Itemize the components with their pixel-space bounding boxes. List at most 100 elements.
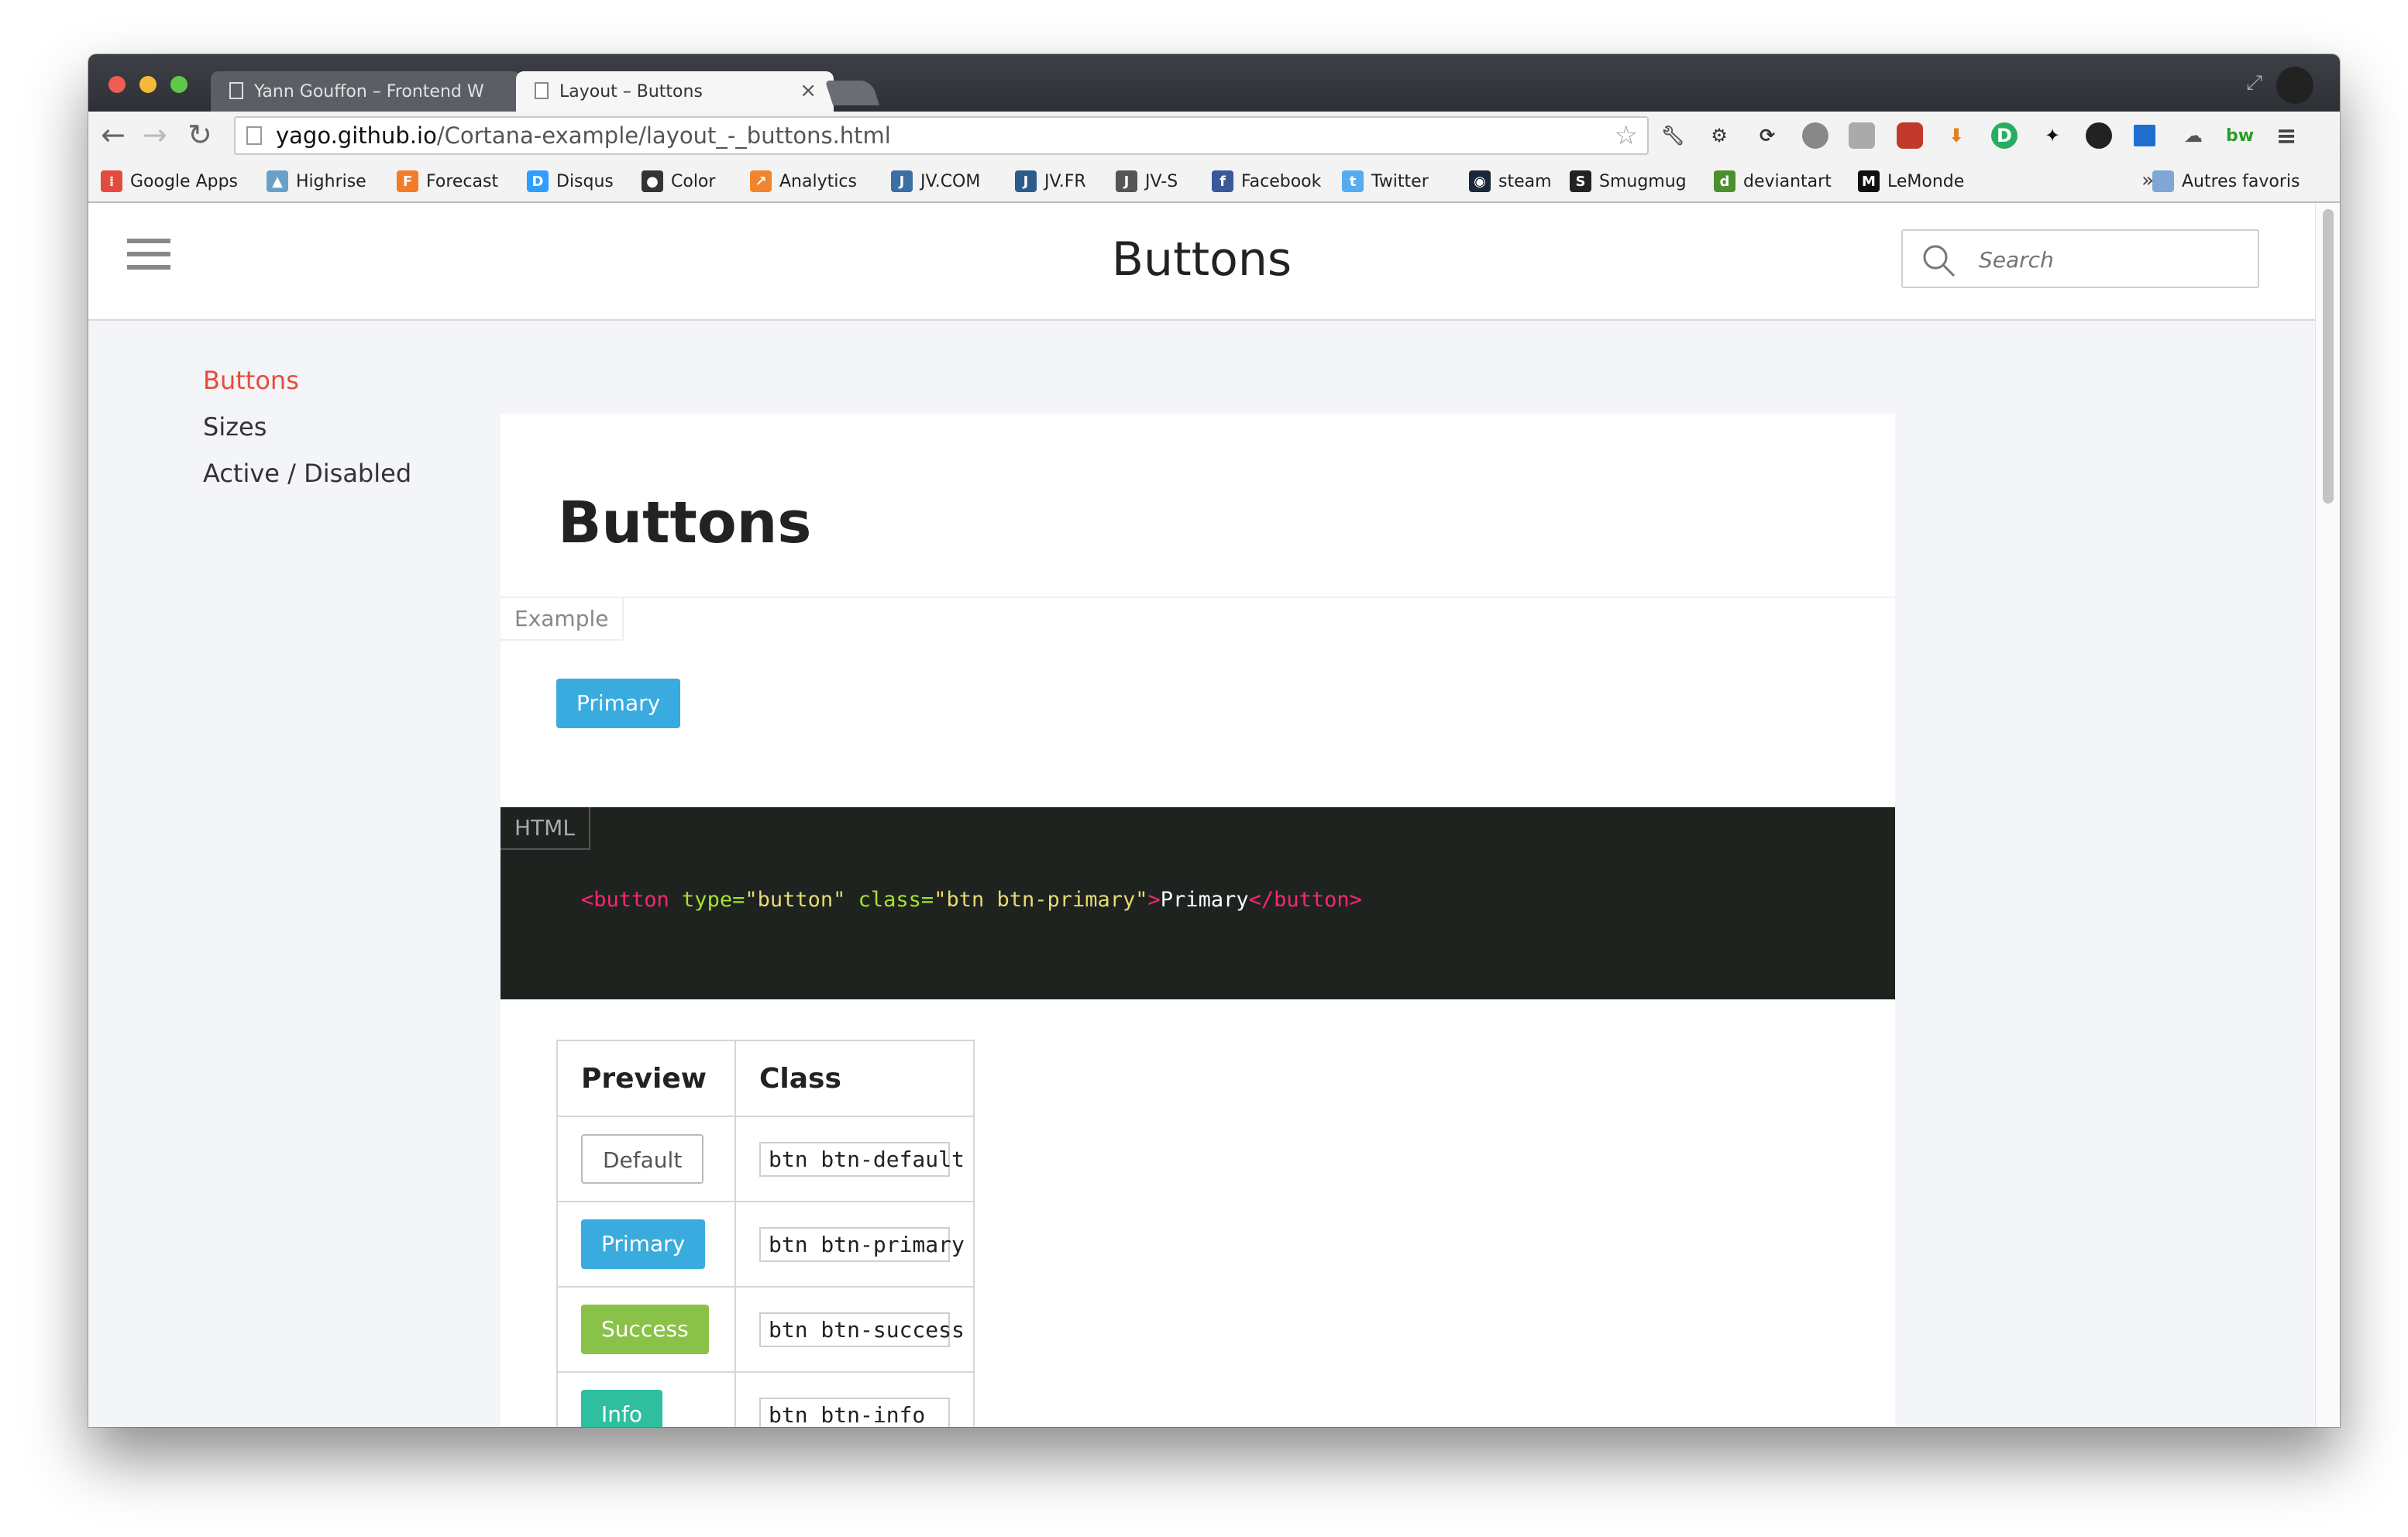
table-header-row: Preview Class bbox=[556, 1040, 975, 1117]
class-cell: btn btn-success bbox=[734, 1286, 975, 1373]
class-cell: btn btn-primary bbox=[734, 1201, 975, 1288]
bookmark-label: JV.FR bbox=[1044, 171, 1086, 191]
address-bar[interactable]: yago.github.io/Cortana-example/layout_-_… bbox=[234, 116, 1649, 155]
code-value-class: "btn btn-primary" bbox=[934, 888, 1148, 912]
deviantart-icon: d bbox=[1714, 170, 1735, 192]
bookmark-label: Highrise bbox=[296, 171, 366, 191]
bookmark-lemonde[interactable]: M LeMonde bbox=[1858, 167, 1964, 195]
tab-layout-buttons[interactable]: Layout – Buttons × bbox=[516, 71, 834, 112]
jvs-icon: J bbox=[1116, 170, 1137, 192]
search-input[interactable] bbox=[1977, 242, 2244, 277]
adblock-off-icon[interactable] bbox=[1849, 122, 1875, 149]
bookmark-deviantart[interactable]: d deviantart bbox=[1714, 167, 1832, 195]
bookmark-label: Facebook bbox=[1241, 171, 1322, 191]
bookmark-label: JV-S bbox=[1145, 171, 1178, 191]
page-icon bbox=[229, 82, 243, 99]
primary-button[interactable]: Primary bbox=[581, 1219, 706, 1269]
wrench-icon[interactable]: 🔧︎ bbox=[1660, 122, 1686, 149]
download-icon[interactable]: ⬇ bbox=[1943, 122, 1969, 149]
info-button[interactable]: Info bbox=[581, 1390, 662, 1427]
column-header-class: Class bbox=[734, 1040, 975, 1117]
bookmark-steam[interactable]: ◉ steam bbox=[1469, 167, 1552, 195]
code-open-tag: <button bbox=[581, 888, 669, 912]
example-primary-button[interactable]: Primary bbox=[556, 679, 681, 728]
color-icon: ● bbox=[642, 170, 663, 192]
zoom-window-button[interactable] bbox=[170, 76, 187, 93]
minimize-window-button[interactable] bbox=[139, 76, 157, 93]
sync-icon[interactable]: ⟳ bbox=[1754, 122, 1780, 149]
side-nav-item-active-disabled[interactable]: Active / Disabled bbox=[203, 459, 411, 488]
delicious-icon[interactable] bbox=[2134, 125, 2155, 146]
bookmark-label: Google Apps bbox=[130, 171, 239, 191]
tab-title: Yann Gouffon – Frontend W bbox=[254, 82, 484, 101]
lemonde-icon: M bbox=[1858, 170, 1880, 192]
extension-grey-icon[interactable] bbox=[1802, 122, 1828, 149]
class-code: btn btn-info bbox=[759, 1397, 950, 1427]
bookmark-jvcom[interactable]: J JV.COM bbox=[891, 167, 980, 195]
bookmark-twitter[interactable]: t Twitter bbox=[1342, 167, 1429, 195]
analytics-icon: ↗ bbox=[750, 170, 772, 192]
back-icon[interactable]: ← bbox=[101, 118, 126, 152]
scrollbar-thumb[interactable] bbox=[2323, 209, 2334, 504]
highrise-icon: ▲ bbox=[267, 170, 288, 192]
bookmark-smugmug[interactable]: S Smugmug bbox=[1570, 167, 1687, 195]
bookmark-label: Autres favoris bbox=[2182, 171, 2300, 191]
page-icon bbox=[246, 126, 262, 145]
search-icon bbox=[1923, 245, 1956, 277]
side-nav-item-buttons[interactable]: Buttons bbox=[203, 366, 411, 395]
bookmark-highrise[interactable]: ▲ Highrise bbox=[267, 167, 366, 195]
code-close-bracket: > bbox=[1147, 888, 1161, 912]
forward-icon[interactable]: → bbox=[143, 118, 167, 152]
preview-cell: Primary bbox=[556, 1201, 736, 1288]
menu-icon[interactable]: ≡ bbox=[2273, 121, 2300, 150]
code-text: Primary bbox=[1160, 888, 1249, 912]
profile-avatar-icon[interactable] bbox=[2276, 67, 2313, 104]
bookmark-color[interactable]: ● Color bbox=[642, 167, 715, 195]
bookmark-facebook[interactable]: f Facebook bbox=[1212, 167, 1321, 195]
close-tab-icon[interactable]: × bbox=[800, 79, 817, 102]
side-nav: Buttons Sizes Active / Disabled bbox=[203, 366, 411, 505]
twitter-icon: t bbox=[1342, 170, 1364, 192]
preview-cell: Default bbox=[556, 1116, 736, 1202]
apps-grid-icon: ⁞ bbox=[101, 170, 122, 192]
disqus-icon: D bbox=[527, 170, 549, 192]
bookmark-star-icon[interactable]: ☆ bbox=[1615, 118, 1638, 153]
feedly-icon[interactable]: D bbox=[1991, 122, 2018, 149]
reload-icon[interactable]: ↻ bbox=[187, 118, 212, 152]
smugmug-icon: S bbox=[1570, 170, 1591, 192]
bookmark-disqus[interactable]: D Disqus bbox=[527, 167, 614, 195]
bookmark-forecast[interactable]: F Forecast bbox=[397, 167, 498, 195]
bookmark-label: Disqus bbox=[556, 171, 614, 191]
bookmark-label: JV.COM bbox=[920, 171, 981, 191]
side-nav-item-sizes[interactable]: Sizes bbox=[203, 412, 411, 442]
bookmarks-bar: ⁞ Google Apps ▲ Highrise F Forecast D Di… bbox=[88, 160, 2340, 203]
bookmark-other-folder[interactable]: Autres favoris bbox=[2152, 167, 2300, 195]
code-block: HTML <button type="button" class="btn bt… bbox=[501, 807, 1895, 999]
new-tab-button[interactable] bbox=[824, 81, 880, 105]
fullscreen-icon[interactable]: ⤢ bbox=[2246, 71, 2262, 95]
bookmark-label: steam bbox=[1498, 171, 1552, 191]
search-box[interactable] bbox=[1901, 229, 2259, 288]
pocket-icon[interactable] bbox=[1897, 122, 1923, 149]
folder-icon bbox=[2152, 170, 2174, 192]
class-code: btn btn-default bbox=[759, 1141, 965, 1177]
color-picker-icon[interactable] bbox=[2086, 122, 2112, 149]
bookmark-jvfr[interactable]: J JV.FR bbox=[1015, 167, 1086, 195]
class-cell: btn btn-info bbox=[734, 1371, 975, 1427]
ninja-icon[interactable]: ✦ bbox=[2039, 122, 2066, 149]
success-button[interactable]: Success bbox=[581, 1305, 709, 1354]
bw-icon[interactable]: bw bbox=[2226, 122, 2254, 149]
cloud-upload-icon[interactable]: ☁ bbox=[2180, 122, 2207, 149]
close-window-button[interactable] bbox=[108, 76, 126, 93]
button-class-table: Preview Class Default btn btn-default Pr… bbox=[556, 1040, 975, 1427]
code-value-type: "button" bbox=[745, 888, 846, 912]
gear-icon[interactable]: ⚙ bbox=[1706, 122, 1732, 149]
bookmark-jvs[interactable]: J JV-S bbox=[1116, 167, 1178, 195]
example-block: Example Primary bbox=[501, 597, 1895, 809]
facebook-icon: f bbox=[1212, 170, 1233, 192]
bookmark-google-apps[interactable]: ⁞ Google Apps bbox=[101, 167, 238, 195]
default-button[interactable]: Default bbox=[581, 1134, 704, 1184]
bookmark-analytics[interactable]: ↗ Analytics bbox=[750, 167, 857, 195]
preview-cell: Info bbox=[556, 1371, 736, 1427]
tab-yann-gouffon[interactable]: Yann Gouffon – Frontend W bbox=[211, 71, 521, 112]
